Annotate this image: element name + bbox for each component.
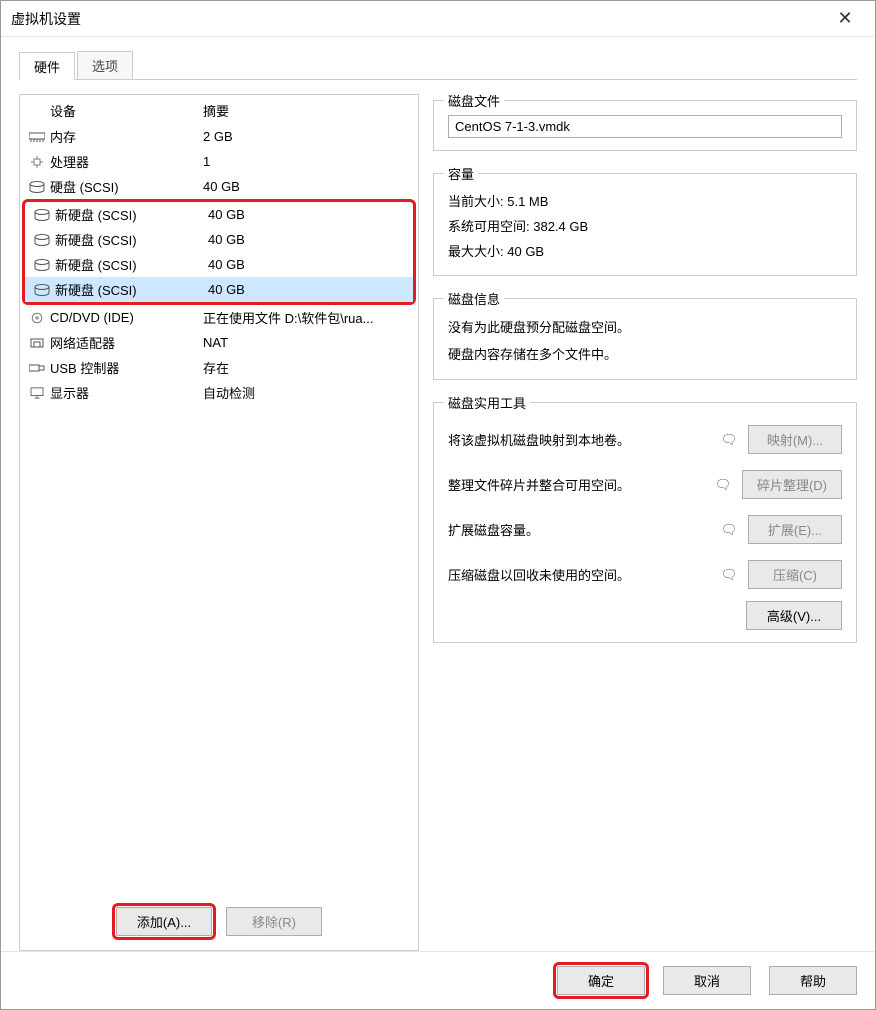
dialog-footer: 确定 取消 帮助 — [1, 951, 875, 1009]
util-map-row: 将该虚拟机磁盘映射到本地卷。 🗨 映射(M)... — [448, 417, 842, 462]
device-summary: 40 GB — [208, 257, 407, 272]
device-name: 网络适配器 — [48, 333, 203, 352]
util-map-text: 将该虚拟机磁盘映射到本地卷。 — [448, 430, 710, 449]
device-name: 显示器 — [48, 383, 203, 402]
util-defrag-row: 整理文件碎片并整合可用空间。 🗨 碎片整理(D) — [448, 462, 842, 507]
device-name: USB 控制器 — [48, 358, 203, 377]
ok-button[interactable]: 确定 — [557, 966, 645, 995]
disk-icon — [31, 284, 53, 296]
speech-icon: 🗨 — [720, 523, 738, 537]
window-title: 虚拟机设置 — [11, 9, 825, 29]
device-summary: 自动检测 — [203, 383, 412, 402]
device-row[interactable]: CD/DVD (IDE)正在使用文件 D:\软件包\rua... — [20, 305, 418, 330]
device-summary: 40 GB — [208, 282, 407, 297]
disk-info-legend: 磁盘信息 — [444, 289, 504, 308]
cancel-button[interactable]: 取消 — [663, 966, 751, 995]
device-name: 新硬盘 (SCSI) — [53, 205, 208, 224]
disk-icon — [31, 259, 53, 271]
disk-info-line2: 硬盘内容存储在多个文件中。 — [448, 340, 842, 367]
help-button[interactable]: 帮助 — [769, 966, 857, 995]
memory-icon — [26, 131, 48, 143]
capacity-free: 系统可用空间: 382.4 GB — [448, 213, 842, 238]
device-name: 处理器 — [48, 152, 203, 171]
map-button[interactable]: 映射(M)... — [748, 425, 842, 454]
capacity-current: 当前大小: 5.1 MB — [448, 188, 842, 213]
device-summary: 40 GB — [208, 232, 407, 247]
util-expand-row: 扩展磁盘容量。 🗨 扩展(E)... — [448, 507, 842, 552]
device-row[interactable]: 网络适配器NAT — [20, 330, 418, 355]
device-summary: 存在 — [203, 358, 412, 377]
device-name: CD/DVD (IDE) — [48, 310, 203, 325]
disk-icon — [31, 234, 53, 246]
device-row[interactable]: 新硬盘 (SCSI)40 GB — [25, 252, 413, 277]
device-row[interactable]: 新硬盘 (SCSI)40 GB — [25, 202, 413, 227]
vm-settings-window: 虚拟机设置 ✕ 硬件 选项 设备 摘要 内存2 GB处理器1硬盘 (SCSI)4… — [0, 0, 876, 1010]
device-row[interactable]: 硬盘 (SCSI)40 GB — [20, 174, 418, 199]
add-button[interactable]: 添加(A)... — [116, 907, 212, 936]
device-actions: 添加(A)... 移除(R) — [20, 897, 418, 950]
speech-icon: 🗨 — [720, 433, 738, 447]
cd-icon — [26, 312, 48, 324]
capacity-max: 最大大小: 40 GB — [448, 238, 842, 263]
speech-icon: 🗨 — [720, 568, 738, 582]
capacity-legend: 容量 — [444, 164, 478, 183]
remove-button[interactable]: 移除(R) — [226, 907, 322, 936]
compact-button[interactable]: 压缩(C) — [748, 560, 842, 589]
device-name: 新硬盘 (SCSI) — [53, 280, 208, 299]
usb-icon — [26, 362, 48, 374]
speech-icon: 🗨 — [714, 478, 732, 492]
panes: 设备 摘要 内存2 GB处理器1硬盘 (SCSI)40 GB 新硬盘 (SCSI… — [15, 80, 861, 951]
device-row[interactable]: 新硬盘 (SCSI)40 GB — [25, 227, 413, 252]
utilities-group: 磁盘实用工具 将该虚拟机磁盘映射到本地卷。 🗨 映射(M)... 整理文件碎片并… — [433, 402, 857, 643]
col-device: 设备 — [48, 101, 203, 120]
display-icon — [26, 387, 48, 399]
device-row[interactable]: 处理器1 — [20, 149, 418, 174]
net-icon — [26, 337, 48, 349]
device-table-header: 设备 摘要 — [20, 95, 418, 124]
device-row[interactable]: 内存2 GB — [20, 124, 418, 149]
close-icon[interactable]: ✕ — [825, 3, 865, 35]
dialog-body: 硬件 选项 设备 摘要 内存2 GB处理器1硬盘 (SCSI)40 GB 新硬盘… — [1, 37, 875, 951]
util-defrag-text: 整理文件碎片并整合可用空间。 — [448, 475, 704, 494]
titlebar: 虚拟机设置 ✕ — [1, 1, 875, 37]
utilities-legend: 磁盘实用工具 — [444, 393, 530, 412]
expand-button[interactable]: 扩展(E)... — [748, 515, 842, 544]
device-summary: NAT — [203, 335, 412, 350]
device-name: 内存 — [48, 127, 203, 146]
device-row[interactable]: 显示器自动检测 — [20, 380, 418, 405]
device-name: 硬盘 (SCSI) — [48, 177, 203, 196]
device-summary: 40 GB — [208, 207, 407, 222]
tabs: 硬件 选项 — [19, 51, 857, 80]
detail-pane: 磁盘文件 容量 当前大小: 5.1 MB 系统可用空间: 382.4 GB 最大… — [433, 94, 857, 951]
device-name: 新硬盘 (SCSI) — [53, 255, 208, 274]
util-expand-text: 扩展磁盘容量。 — [448, 520, 710, 539]
disk-icon — [26, 181, 48, 193]
disk-info-group: 磁盘信息 没有为此硬盘预分配磁盘空间。 硬盘内容存储在多个文件中。 — [433, 298, 857, 380]
defrag-button[interactable]: 碎片整理(D) — [742, 470, 842, 499]
capacity-group: 容量 当前大小: 5.1 MB 系统可用空间: 382.4 GB 最大大小: 4… — [433, 173, 857, 276]
advanced-button[interactable]: 高级(V)... — [746, 601, 842, 630]
util-compact-row: 压缩磁盘以回收未使用的空间。 🗨 压缩(C) — [448, 552, 842, 597]
device-row[interactable]: USB 控制器存在 — [20, 355, 418, 380]
tab-hardware[interactable]: 硬件 — [19, 52, 75, 80]
col-summary: 摘要 — [203, 101, 412, 120]
disk-file-group: 磁盘文件 — [433, 100, 857, 151]
device-list-pane: 设备 摘要 内存2 GB处理器1硬盘 (SCSI)40 GB 新硬盘 (SCSI… — [19, 94, 419, 951]
device-summary: 40 GB — [203, 179, 412, 194]
tab-options[interactable]: 选项 — [77, 51, 133, 79]
device-summary: 正在使用文件 D:\软件包\rua... — [203, 308, 412, 327]
device-summary: 1 — [203, 154, 412, 169]
disk-icon — [31, 209, 53, 221]
util-compact-text: 压缩磁盘以回收未使用的空间。 — [448, 565, 710, 584]
new-disks-highlight: 新硬盘 (SCSI)40 GB新硬盘 (SCSI)40 GB新硬盘 (SCSI)… — [22, 199, 416, 305]
disk-file-legend: 磁盘文件 — [444, 91, 504, 110]
device-summary: 2 GB — [203, 129, 412, 144]
device-table: 设备 摘要 内存2 GB处理器1硬盘 (SCSI)40 GB 新硬盘 (SCSI… — [20, 95, 418, 897]
device-row[interactable]: 新硬盘 (SCSI)40 GB — [25, 277, 413, 302]
disk-file-input[interactable] — [448, 115, 842, 138]
device-name: 新硬盘 (SCSI) — [53, 230, 208, 249]
disk-info-line1: 没有为此硬盘预分配磁盘空间。 — [448, 313, 842, 340]
cpu-icon — [26, 156, 48, 168]
